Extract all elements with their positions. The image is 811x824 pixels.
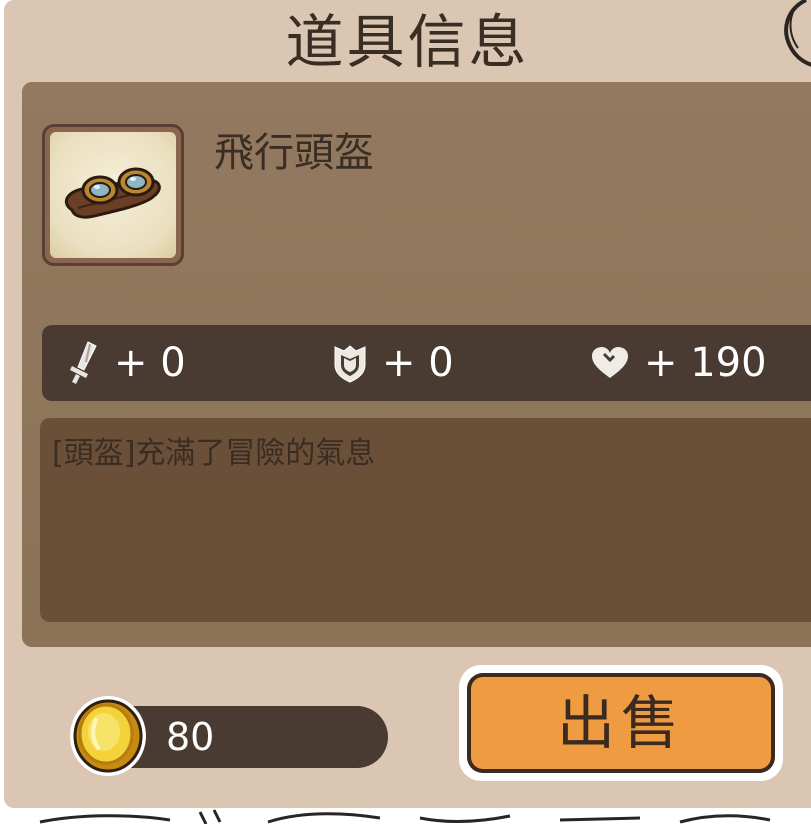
item-name: 飛行頭盔 — [214, 130, 374, 176]
corner-ornament-icon — [784, 0, 811, 67]
health-value: + 190 — [644, 340, 767, 386]
attack-value: + 0 — [114, 340, 186, 386]
stat-defense: + 0 — [332, 325, 454, 401]
item-slot — [42, 124, 184, 266]
gold-coin-icon — [70, 696, 146, 776]
sell-button[interactable]: 出售 — [459, 665, 783, 781]
item-slot-background — [50, 132, 176, 258]
panel-title: 道具信息 — [285, 8, 530, 76]
bottom-border-decoration — [39, 809, 771, 824]
item-detail-box: 飛行頭盔 + 0 + 0 + 190 [頭盔]充滿了冒險的氣息 — [22, 82, 811, 647]
sell-button-face[interactable]: 出售 — [467, 673, 775, 773]
defense-value: + 0 — [382, 340, 454, 386]
price-value: 80 — [166, 715, 215, 759]
heart-icon — [592, 347, 628, 378]
item-info-panel: 道具信息 飛行頭盔 + 0 + 0 + 190 [頭盔]充滿了冒險的氣息 80 … — [4, 0, 811, 808]
goggles-icon — [65, 167, 161, 219]
sword-icon — [70, 341, 97, 384]
item-description: [頭盔]充滿了冒險的氣息 — [52, 436, 376, 471]
stat-health: + 190 — [590, 325, 767, 401]
stat-attack: + 0 — [66, 325, 186, 401]
sell-button-label: 出售 — [556, 689, 685, 757]
stats-bar: + 0 + 0 + 190 — [42, 325, 811, 401]
shield-icon — [334, 345, 366, 383]
item-description-box: [頭盔]充滿了冒險的氣息 — [40, 418, 811, 622]
